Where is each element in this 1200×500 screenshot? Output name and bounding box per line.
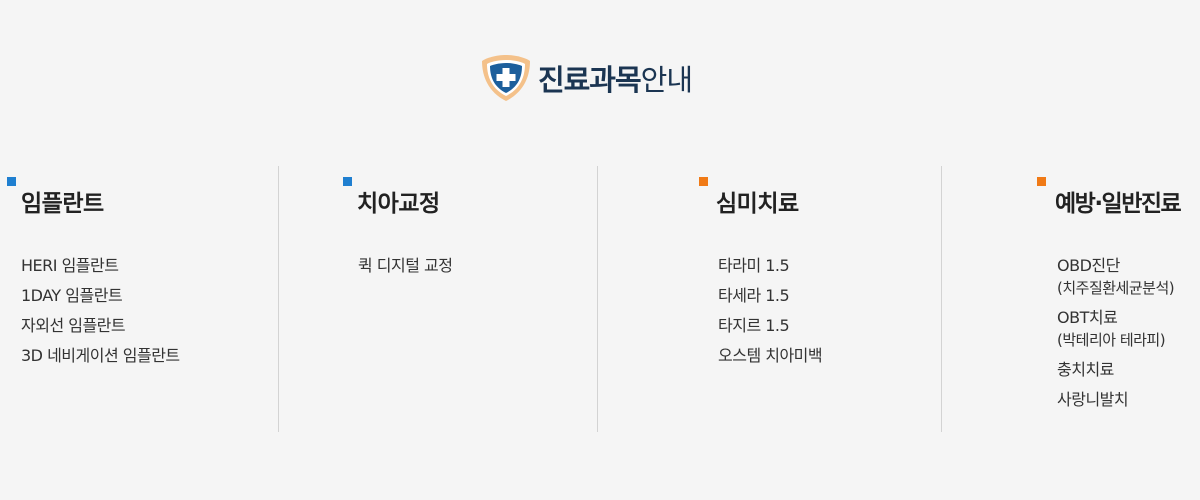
item-list: 퀵 디지털 교정 — [358, 256, 453, 286]
list-item-label: OBD진단 — [1057, 256, 1120, 275]
list-item[interactable]: 자외선 임플란트 — [21, 316, 180, 346]
list-item[interactable]: 사랑니발치 — [1057, 390, 1174, 420]
shield-cross-icon — [481, 55, 530, 101]
list-item[interactable]: 타지르 1.5 — [718, 316, 822, 346]
column-title: 심미치료 — [716, 191, 799, 217]
list-item-sub: (치주질환세균분석) — [1057, 279, 1175, 297]
list-item[interactable]: 타세라 1.5 — [718, 286, 822, 316]
column-preventive: 예방·일반진료 OBD진단 (치주질환세균분석) OBT치료 (박테리아 테라피… — [942, 166, 1200, 432]
item-list: HERI 임플란트 1DAY 임플란트 자외선 임플란트 3D 네비게이션 임플… — [21, 256, 180, 376]
list-item[interactable]: 오스템 치아미백 — [718, 346, 823, 376]
list-item[interactable]: 충치치료 — [1057, 360, 1174, 390]
column-title: 치아교정 — [357, 191, 440, 217]
column-title: 임플란트 — [21, 191, 104, 217]
list-item[interactable]: 1DAY 임플란트 — [21, 286, 180, 316]
list-item-sub: (박테리아 테라피) — [1057, 331, 1166, 349]
list-item[interactable]: 퀵 디지털 교정 — [358, 256, 453, 286]
page-title-light: 안내 — [640, 63, 693, 97]
list-item-label: OBT치료 — [1057, 308, 1118, 327]
section-marker — [1037, 177, 1046, 186]
item-list: OBD진단 (치주질환세균분석) OBT치료 (박테리아 테라피) 충치치료 사… — [1057, 256, 1175, 420]
page-title: 진료과목 안내 — [481, 52, 693, 104]
page-title-bold: 진료과목 — [537, 63, 642, 97]
page-header: 진료과목 안내 — [0, 52, 1200, 104]
column-implant: 임플란트 HERI 임플란트 1DAY 임플란트 자외선 임플란트 3D 네비게… — [0, 166, 278, 432]
list-item[interactable]: 3D 네비게이션 임플란트 — [21, 346, 180, 376]
column-aesthetic: 심미치료 타라미 1.5 타세라 1.5 타지르 1.5 오스템 치아미백 — [598, 166, 941, 432]
list-item[interactable]: HERI 임플란트 — [21, 256, 180, 286]
list-item[interactable]: OBD진단 (치주질환세균분석) — [1057, 256, 1175, 308]
list-item[interactable]: OBT치료 (박테리아 테라피) — [1057, 308, 1174, 360]
item-list: 타라미 1.5 타세라 1.5 타지르 1.5 오스템 치아미백 — [718, 256, 823, 376]
section-marker — [343, 177, 352, 186]
column-title: 예방·일반진료 — [1055, 191, 1182, 217]
section-marker — [699, 177, 708, 186]
section-marker — [7, 177, 16, 186]
column-orthodontics: 치아교정 퀵 디지털 교정 — [279, 166, 597, 432]
list-item[interactable]: 타라미 1.5 — [718, 256, 822, 286]
